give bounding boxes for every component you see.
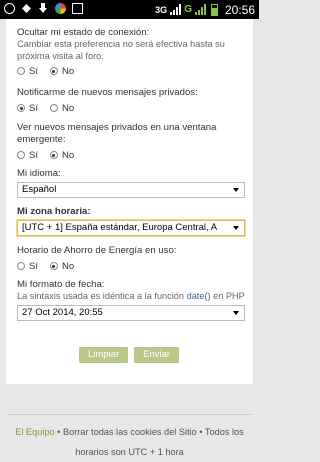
image-icon [72, 3, 83, 14]
hide-status-help: Cambiar esta preferencia no será efectiv… [17, 39, 225, 61]
popup-pm-yes-label: Sí [29, 149, 38, 161]
dst-label: Horario de Ahorro de Energía en uso: [17, 245, 177, 256]
hide-status-label: Ocultar mi estado de conexión: [17, 27, 150, 38]
signal-icon [170, 4, 182, 15]
status-bar: 3G G 20:56 [0, 0, 259, 19]
team-link[interactable]: El Equipo [15, 427, 54, 437]
chevron-down-icon [233, 188, 239, 192]
php-date-link[interactable]: date() [187, 291, 211, 301]
footer-separator: • [54, 427, 63, 437]
timezone-select[interactable]: [UTC + 1] España estándar, Europa Centra… [17, 220, 245, 236]
popup-pm-field: Ver nuevos mensajes privados en una vent… [17, 122, 245, 161]
preferences-panel: Ocultar mi estado de conexión: Cambiar e… [6, 19, 253, 384]
popup-pm-label: Ver nuevos mensajes privados en una vent… [17, 122, 217, 145]
hide-status-field: Ocultar mi estado de conexión: Cambiar e… [17, 27, 245, 77]
hide-status-no-radio[interactable] [49, 67, 58, 75]
language-label: Mi idioma: [17, 168, 61, 179]
hide-status-no-label: No [61, 65, 75, 77]
signal-icon-secondary [194, 4, 206, 15]
dropbox-icon [21, 3, 32, 14]
notify-pm-label: Notificarme de nuevos mensajes privados: [17, 87, 198, 98]
clock: 20:56 [224, 2, 255, 17]
notify-pm-yes-label: Sí [29, 102, 38, 114]
timezone-select-value: [UTC + 1] España estándar, Europa Centra… [22, 222, 218, 233]
notify-pm-no-label: No [61, 102, 75, 114]
notify-pm-options: Sí No [17, 102, 245, 114]
notify-pm-field: Notificarme de nuevos mensajes privados:… [17, 87, 245, 114]
timezone-field: Mi zona horaria: [UTC + 1] España estánd… [17, 206, 245, 236]
dst-yes-label: Sí [29, 260, 38, 272]
date-format-help-prefix: La sintaxis usada es idéntica a la funci… [17, 291, 187, 301]
date-format-select-value: 27 Oct 2014, 20:55 [22, 306, 103, 318]
whatsapp-icon [4, 3, 15, 14]
form-buttons: Limpiar Enviar [79, 347, 180, 363]
hide-status-yes-radio[interactable] [17, 67, 25, 75]
dst-no-radio[interactable] [49, 262, 58, 270]
delete-cookies-link[interactable]: Borrar todas las cookies del Sitio [63, 427, 197, 437]
date-format-help-suffix: en PHP [210, 291, 245, 301]
footer-divider [8, 414, 251, 415]
dst-field: Horario de Ahorro de Energía en uso: Sí … [17, 245, 245, 272]
chevron-down-icon [233, 226, 239, 230]
reset-button[interactable]: Limpiar [79, 347, 129, 363]
hide-status-options: Sí No [17, 65, 245, 77]
dst-options: Sí No [17, 260, 245, 272]
picasa-icon [55, 3, 66, 14]
download-icon [38, 3, 49, 14]
footer-separator: • [196, 427, 205, 437]
date-format-select[interactable]: 27 Oct 2014, 20:55 [17, 304, 245, 321]
timezone-label: Mi zona horaria: [17, 206, 91, 217]
notify-pm-yes-radio[interactable] [17, 104, 25, 112]
popup-pm-yes-radio[interactable] [17, 151, 25, 159]
language-field: Mi idioma: Español [17, 168, 245, 198]
g-network-badge: G [184, 4, 192, 15]
date-format-label: Mi formato de fecha: [17, 279, 105, 290]
chevron-down-icon [233, 310, 239, 315]
popup-pm-no-radio[interactable] [49, 151, 58, 159]
date-format-help: La sintaxis usada es idéntica a la funci… [17, 291, 245, 303]
notify-pm-no-radio[interactable] [49, 104, 58, 112]
site-footer: El Equipo • Borrar todas las cookies del… [0, 414, 259, 462]
notification-icons [4, 3, 83, 14]
hide-status-yes-label: Sí [29, 65, 38, 77]
language-select[interactable]: Español [17, 182, 245, 198]
system-indicators: 3G G 20:56 [155, 2, 255, 17]
dst-no-label: No [61, 260, 75, 272]
popup-pm-no-label: No [61, 149, 75, 161]
language-select-value: Español [22, 184, 57, 195]
date-format-field: Mi formato de fecha: La sintaxis usada e… [17, 279, 245, 321]
network-type: 3G [155, 4, 168, 15]
dst-yes-radio[interactable] [17, 262, 25, 270]
popup-pm-options: Sí No [17, 149, 245, 161]
battery-icon [210, 3, 218, 16]
submit-button[interactable]: Enviar [134, 347, 180, 363]
